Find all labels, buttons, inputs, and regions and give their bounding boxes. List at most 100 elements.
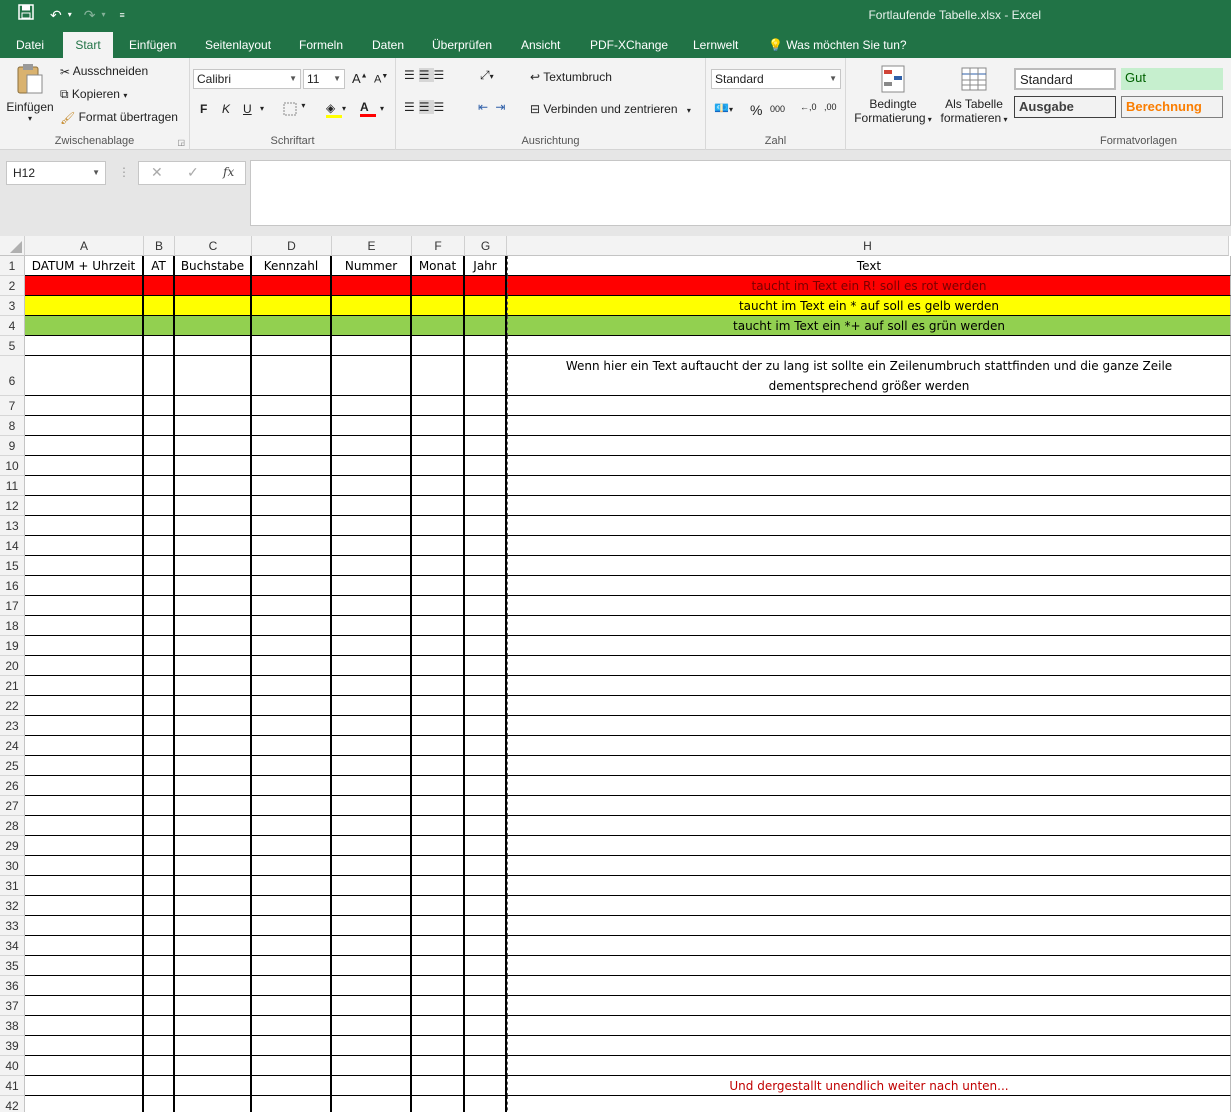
cell-h32[interactable] [507, 896, 1231, 916]
cell-c1[interactable]: Buchstabe [175, 256, 252, 276]
tab-ueberpruefen[interactable]: Überprüfen [424, 32, 500, 58]
cut-button[interactable]: ✂ Ausschneiden [60, 64, 148, 79]
cell-c39[interactable] [175, 1036, 252, 1056]
cell-f33[interactable] [412, 916, 465, 936]
row-header[interactable]: 41 [0, 1076, 25, 1096]
cell-g33[interactable] [465, 916, 507, 936]
cell-g14[interactable] [465, 536, 507, 556]
cell-b3[interactable] [144, 296, 175, 316]
row-header[interactable]: 35 [0, 956, 25, 976]
cell-h25[interactable] [507, 756, 1231, 776]
cell-d21[interactable] [252, 676, 332, 696]
cell-e18[interactable] [332, 616, 412, 636]
cell-c36[interactable] [175, 976, 252, 996]
cell-e12[interactable] [332, 496, 412, 516]
cell-c19[interactable] [175, 636, 252, 656]
cell-e40[interactable] [332, 1056, 412, 1076]
cell-b34[interactable] [144, 936, 175, 956]
cell-f28[interactable] [412, 816, 465, 836]
tab-pdf-xchange[interactable]: PDF-XChange [582, 32, 676, 58]
cell-c10[interactable] [175, 456, 252, 476]
cell-g13[interactable] [465, 516, 507, 536]
cell-e1[interactable]: Nummer [332, 256, 412, 276]
format-painter-button[interactable]: 🖌 Format übertragen [60, 110, 178, 125]
cell-d20[interactable] [252, 656, 332, 676]
cell-c24[interactable] [175, 736, 252, 756]
cell-b29[interactable] [144, 836, 175, 856]
cell-a29[interactable] [25, 836, 144, 856]
tab-formeln[interactable]: Formeln [291, 32, 351, 58]
cell-a12[interactable] [25, 496, 144, 516]
cell-a39[interactable] [25, 1036, 144, 1056]
cell-a26[interactable] [25, 776, 144, 796]
increase-decimal-button[interactable]: ←,0 [800, 102, 817, 112]
cell-h23[interactable] [507, 716, 1231, 736]
cell-f16[interactable] [412, 576, 465, 596]
cell-f18[interactable] [412, 616, 465, 636]
cell-d25[interactable] [252, 756, 332, 776]
tab-ansicht[interactable]: Ansicht [513, 32, 568, 58]
cell-g34[interactable] [465, 936, 507, 956]
cell-f3[interactable] [412, 296, 465, 316]
column-header-f[interactable]: F [412, 236, 465, 256]
cell-d40[interactable] [252, 1056, 332, 1076]
cell-c13[interactable] [175, 516, 252, 536]
row-header[interactable]: 11 [0, 476, 25, 496]
column-header-g[interactable]: G [465, 236, 507, 256]
cell-c40[interactable] [175, 1056, 252, 1076]
cell-a9[interactable] [25, 436, 144, 456]
cell-h35[interactable] [507, 956, 1231, 976]
cell-d36[interactable] [252, 976, 332, 996]
style-berechnung[interactable]: Berechnung [1121, 96, 1223, 118]
cell-f23[interactable] [412, 716, 465, 736]
cell-g19[interactable] [465, 636, 507, 656]
cell-d37[interactable] [252, 996, 332, 1016]
cell-e13[interactable] [332, 516, 412, 536]
cell-a30[interactable] [25, 856, 144, 876]
cell-a22[interactable] [25, 696, 144, 716]
cell-g23[interactable] [465, 716, 507, 736]
format-as-table-button[interactable]: Als Tabelle formatieren ▾ [936, 64, 1012, 125]
cell-e31[interactable] [332, 876, 412, 896]
cell-c37[interactable] [175, 996, 252, 1016]
row-header[interactable]: 1 [0, 256, 25, 276]
number-format-box[interactable]: Standard ▼ [711, 69, 841, 89]
cell-a1[interactable]: DATUM + Uhrzeit [25, 256, 144, 276]
row-header[interactable]: 26 [0, 776, 25, 796]
cell-f32[interactable] [412, 896, 465, 916]
cell-a17[interactable] [25, 596, 144, 616]
cell-d24[interactable] [252, 736, 332, 756]
cell-e37[interactable] [332, 996, 412, 1016]
cell-b22[interactable] [144, 696, 175, 716]
cell-e19[interactable] [332, 636, 412, 656]
cell-b10[interactable] [144, 456, 175, 476]
cell-h5[interactable] [507, 336, 1231, 356]
cell-e4[interactable] [332, 316, 412, 336]
cell-d15[interactable] [252, 556, 332, 576]
row-header[interactable]: 10 [0, 456, 25, 476]
cell-g37[interactable] [465, 996, 507, 1016]
cell-g32[interactable] [465, 896, 507, 916]
cell-f36[interactable] [412, 976, 465, 996]
cell-h7[interactable] [507, 396, 1231, 416]
row-header[interactable]: 2 [0, 276, 25, 296]
cell-f9[interactable] [412, 436, 465, 456]
row-header[interactable]: 19 [0, 636, 25, 656]
cell-h38[interactable] [507, 1016, 1231, 1036]
cell-a38[interactable] [25, 1016, 144, 1036]
cell-f40[interactable] [412, 1056, 465, 1076]
cell-h15[interactable] [507, 556, 1231, 576]
cell-b23[interactable] [144, 716, 175, 736]
cell-b28[interactable] [144, 816, 175, 836]
cell-a25[interactable] [25, 756, 144, 776]
cell-h2[interactable]: taucht im Text ein R! soll es rot werden [507, 276, 1231, 296]
cell-g11[interactable] [465, 476, 507, 496]
cell-e9[interactable] [332, 436, 412, 456]
row-header[interactable]: 38 [0, 1016, 25, 1036]
cell-a32[interactable] [25, 896, 144, 916]
cell-g29[interactable] [465, 836, 507, 856]
cell-a34[interactable] [25, 936, 144, 956]
cell-f1[interactable]: Monat [412, 256, 465, 276]
cell-f6[interactable] [412, 356, 465, 396]
row-header[interactable]: 34 [0, 936, 25, 956]
